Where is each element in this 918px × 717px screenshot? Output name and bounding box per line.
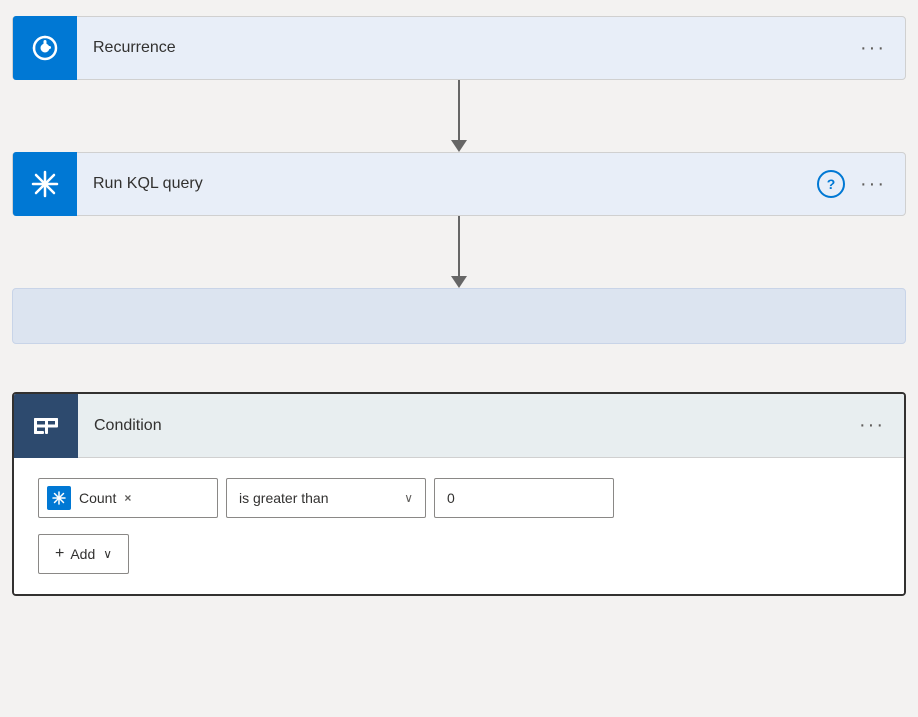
add-chevron-icon: ∨	[103, 547, 112, 561]
condition-more-options-button[interactable]: ···	[856, 410, 888, 442]
count-tag-input[interactable]: Count ×	[38, 478, 218, 518]
more-options-icon: ···	[860, 37, 886, 60]
add-label: Add	[70, 546, 95, 562]
kql-step: Run KQL query ? ···	[12, 152, 906, 216]
condition-row: Count × is greater than ∨ 0	[38, 478, 880, 518]
kql-icon	[13, 152, 77, 216]
kql-actions: ? ···	[817, 168, 905, 200]
condition-card: Condition ···	[12, 392, 906, 596]
count-tag-close[interactable]: ×	[124, 491, 131, 505]
condition-icon	[14, 394, 78, 458]
count-tag-text: Count	[79, 490, 116, 506]
arrow-line-1	[458, 80, 460, 140]
value-input[interactable]: 0	[434, 478, 614, 518]
kql-help-button[interactable]: ?	[817, 170, 845, 198]
kql-icon-svg	[29, 168, 61, 200]
recurrence-label: Recurrence	[77, 39, 857, 57]
condition-icon-svg	[30, 410, 62, 442]
recurrence-step: Recurrence ···	[12, 16, 906, 80]
recurrence-more-options-button[interactable]: ···	[857, 32, 889, 64]
recurrence-actions: ···	[857, 32, 905, 64]
spacer	[12, 344, 906, 392]
count-tag-icon-svg	[51, 490, 67, 506]
condition-body: Count × is greater than ∨ 0 + Add ∨	[14, 458, 904, 594]
count-tag-icon	[47, 486, 71, 510]
more-options-icon-2: ···	[860, 173, 886, 196]
add-button[interactable]: + Add ∨	[38, 534, 129, 574]
arrow-head-1	[451, 140, 467, 152]
flow-container: Recurrence ··· Run KQL query ?	[12, 16, 906, 596]
more-options-icon-3: ···	[859, 414, 885, 437]
plus-icon: +	[55, 545, 64, 563]
kql-more-options-button[interactable]: ···	[857, 168, 889, 200]
operator-text: is greater than	[239, 490, 329, 506]
arrow-connector-2	[451, 216, 467, 288]
chevron-down-icon: ∨	[404, 491, 413, 505]
arrow-line-2	[458, 216, 460, 276]
condition-label: Condition	[78, 417, 856, 435]
recurrence-icon	[13, 16, 77, 80]
condition-header: Condition ···	[14, 394, 904, 458]
recurrence-icon-svg	[29, 32, 61, 64]
arrow-connector-1	[451, 80, 467, 152]
value-text: 0	[447, 490, 455, 506]
help-icon: ?	[827, 176, 836, 192]
condition-actions: ···	[856, 410, 904, 442]
operator-select[interactable]: is greater than ∨	[226, 478, 426, 518]
kql-label: Run KQL query	[77, 175, 817, 193]
arrow-head-2	[451, 276, 467, 288]
empty-step-placeholder	[12, 288, 906, 344]
